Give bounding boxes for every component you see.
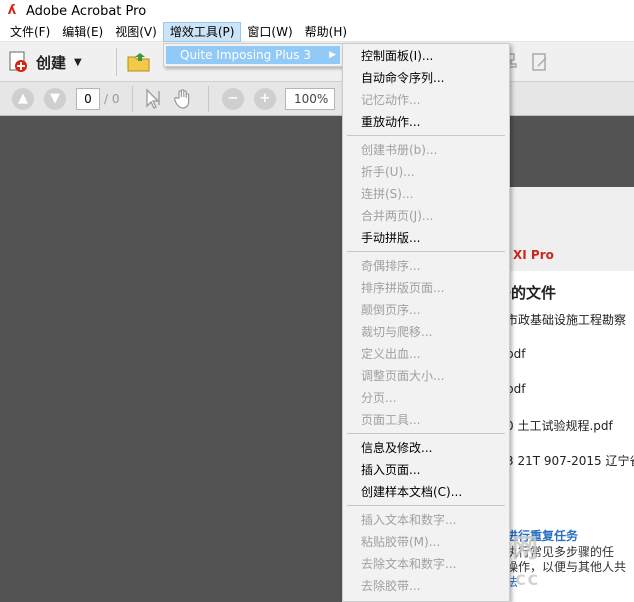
- dropdown-menu-item[interactable]: 页面工具...: [343, 409, 509, 431]
- dropdown-menu-item[interactable]: 分页...: [343, 387, 509, 409]
- dropdown-menu-item[interactable]: 控制面板(I)...: [343, 45, 509, 67]
- next-page-icon[interactable]: ▼: [44, 88, 66, 110]
- create-label: 创建: [36, 53, 67, 72]
- zoom-out-icon[interactable]: −: [222, 88, 244, 110]
- menu-file[interactable]: 文件(F): [4, 22, 56, 42]
- dropdown-menu-item[interactable]: 连拼(S)...: [343, 183, 509, 205]
- dropdown-menu-item[interactable]: 奇偶排序...: [343, 255, 509, 277]
- dropdown-menu-item[interactable]: 排序拼版页面...: [343, 277, 509, 299]
- previous-page-icon[interactable]: ▲: [12, 88, 34, 110]
- dropdown-menu-item[interactable]: 合并两页(J)...: [343, 205, 509, 227]
- menu-separator: [347, 135, 505, 136]
- dropdown-menu-item[interactable]: 创建书册(b)...: [343, 139, 509, 161]
- select-cursor-icon[interactable]: [142, 88, 164, 110]
- dropdown-menu-item[interactable]: 折手(U)...: [343, 161, 509, 183]
- dropdown-menu-item[interactable]: 定义出血...: [343, 343, 509, 365]
- navigation-toolbar: ▲ ▼ 0 / 0 − + 100%: [0, 82, 634, 116]
- recent-file[interactable]: 市政基础设施工程勘察: [506, 311, 626, 328]
- chevron-right-icon: ▶: [329, 50, 336, 60]
- recent-file[interactable]: 0 土工试验规程.pdf: [506, 417, 613, 434]
- open-folder-icon[interactable]: [126, 50, 152, 74]
- dropdown-menu-item[interactable]: 去除胶带...: [343, 575, 509, 597]
- dropdown-menu-item[interactable]: 调整页面大小...: [343, 365, 509, 387]
- create-pdf-icon: [8, 51, 28, 73]
- page-number-input[interactable]: 0: [76, 88, 100, 110]
- menu-window[interactable]: 窗口(W): [241, 22, 298, 42]
- dropdown-menu-item[interactable]: 手动拼版...: [343, 227, 509, 249]
- window-title: Adobe Acrobat Pro: [26, 3, 147, 19]
- menu-separator: [347, 433, 505, 434]
- menu-separator: [347, 251, 505, 252]
- acrobat-icon: ʎ: [7, 3, 17, 18]
- zoom-in-icon[interactable]: +: [254, 88, 276, 110]
- toolbar-divider: [208, 86, 209, 112]
- create-button[interactable]: 创建 ▼: [8, 50, 82, 74]
- dropdown-menu-item[interactable]: 重放动作...: [343, 111, 509, 133]
- menu-plugins[interactable]: 增效工具(P): [162, 21, 242, 42]
- chevron-down-icon: ▼: [74, 56, 82, 68]
- hand-icon[interactable]: [172, 88, 194, 110]
- title-bar: ʎ Adobe Acrobat Pro: [0, 0, 634, 22]
- dropdown-menu-item[interactable]: 记忆动作...: [343, 89, 509, 111]
- quite-imposing-label: Quite Imposing Plus 3: [180, 48, 311, 62]
- dropdown-menu-item[interactable]: 插入文本和数字...: [343, 509, 509, 531]
- page-total: / 0: [104, 92, 120, 106]
- zoom-level-input[interactable]: 100%: [285, 88, 335, 110]
- toolbar-divider: [132, 86, 133, 112]
- dropdown-menu-item[interactable]: 裁切与爬移...: [343, 321, 509, 343]
- dropdown-menu-item[interactable]: 去除文本和数字...: [343, 553, 509, 575]
- menu-view[interactable]: 视图(V): [109, 22, 163, 42]
- dropdown-menu-item[interactable]: 自动命令序列...: [343, 67, 509, 89]
- dropdown-menu-item[interactable]: 插入页面...: [343, 459, 509, 481]
- menu-edit[interactable]: 编辑(E): [56, 22, 109, 42]
- menu-help[interactable]: 帮助(H): [299, 22, 353, 42]
- menu-separator: [347, 505, 505, 506]
- quite-imposing-dropdown: 控制面板(I)... 自动命令序列... 记忆动作... 重放动作... 创建书册(b)…: [342, 43, 510, 602]
- quite-imposing-menu-item[interactable]: Quite Imposing Plus 3 ▶: [166, 46, 340, 64]
- toolbar-divider: [116, 48, 117, 76]
- plugins-submenu: Quite Imposing Plus 3 ▶: [163, 43, 343, 67]
- dropdown-menu-item[interactable]: 创建样本文档(C)...: [343, 481, 509, 503]
- menu-bar: 文件(F) 编辑(E) 视图(V) 增效工具(P) 窗口(W) 帮助(H): [0, 21, 634, 42]
- dropdown-menu-item[interactable]: 颠倒页序...: [343, 299, 509, 321]
- sign-icon[interactable]: [530, 52, 550, 72]
- dropdown-menu-item[interactable]: 粘贴胶带(M)...: [343, 531, 509, 553]
- product-brand: XI Pro: [513, 248, 554, 262]
- recent-file[interactable]: 3 21T 907-2015 辽宁省建: [506, 452, 634, 469]
- dropdown-menu-item[interactable]: 信息及修改...: [343, 437, 509, 459]
